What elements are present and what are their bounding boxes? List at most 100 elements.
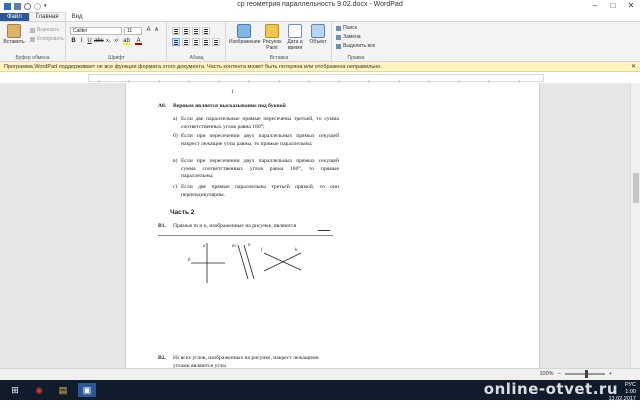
option-a-text: Если две параллельные прямые пересечены … — [181, 116, 339, 130]
option-c-letter: в) — [173, 158, 178, 164]
customize-dropdown-icon[interactable]: ▾ — [44, 3, 51, 10]
vertical-scrollbar[interactable] — [630, 83, 640, 368]
save-icon[interactable] — [14, 2, 21, 10]
paint-drawing-button[interactable]: Рисунок Paint — [261, 24, 283, 51]
a8-number: А8. — [158, 103, 167, 109]
zoom-out-icon[interactable]: − — [558, 371, 561, 377]
label-l: l — [261, 248, 263, 253]
picture-label: Изображение — [229, 39, 261, 45]
paragraph-group: Абзац — [168, 22, 226, 62]
superscript-button[interactable]: x² — [113, 38, 120, 45]
replace-button[interactable]: Замена — [336, 34, 361, 40]
label-a: a — [203, 244, 206, 249]
tab-view[interactable]: Вид — [66, 13, 89, 21]
stray-char: 1 — [231, 89, 234, 95]
close-button[interactable]: ✕ — [622, 0, 640, 12]
zoom-slider[interactable] — [564, 370, 605, 378]
close-infobar-icon[interactable]: ✕ — [631, 62, 636, 72]
decrease-indent-button[interactable] — [172, 27, 180, 35]
figure-line-n — [243, 244, 255, 280]
wordpad-taskbar-icon[interactable]: ▣ — [78, 383, 96, 397]
bold-button[interactable]: B — [70, 38, 77, 45]
select-all-button[interactable]: Выделить все — [336, 43, 375, 49]
find-icon — [336, 25, 341, 31]
browser-icon[interactable]: ◉ — [30, 383, 48, 397]
editing-group-label: Правка — [347, 55, 365, 61]
strikethrough-button[interactable]: abc — [94, 38, 104, 45]
font-family-select[interactable]: Calibri — [70, 27, 122, 35]
clipboard-group: Вставить Вырезать Копировать Буфер обмен… — [0, 22, 66, 62]
insert-picture-button[interactable]: Изображение — [229, 24, 261, 45]
start-icon[interactable]: ⊞ — [6, 383, 24, 397]
clipboard-group-label: Буфер обмена — [15, 55, 50, 61]
wordpad-icon — [4, 2, 11, 10]
window-title: ср геометрия параллельность 9.02.docx - … — [237, 1, 403, 8]
paragraph-group-label: Абзац — [189, 55, 204, 61]
option-d-letter: г) — [173, 184, 178, 190]
infobar-text: Программа WordPad поддерживает не все фу… — [4, 64, 382, 70]
editing-group: Поиск Замена Выделить все Правка — [333, 22, 379, 62]
list-button[interactable] — [192, 27, 200, 35]
paste-icon — [7, 24, 21, 38]
align-center-button[interactable] — [182, 38, 190, 46]
insert-object-button[interactable]: Объект — [307, 24, 329, 45]
grow-font-button[interactable]: A — [145, 27, 152, 34]
subscript-button[interactable]: x₂ — [105, 38, 112, 45]
undo-icon[interactable] — [24, 2, 31, 10]
replace-label: Замена — [343, 34, 361, 40]
ribbon-tabs: Файл Главная Вид — [0, 12, 640, 21]
cut-icon — [30, 27, 35, 33]
increase-indent-button[interactable] — [182, 27, 190, 35]
document-page[interactable]: 1 А8. Верным является высказывание под б… — [125, 83, 540, 368]
font-group: Calibri 11 A A B I U abc x₂ x² ab A Шриф… — [67, 22, 167, 62]
tab-home[interactable]: Главная — [28, 12, 66, 21]
select-all-label: Выделить все — [343, 43, 376, 49]
watermark: online-otvet.ru — [483, 380, 618, 398]
underline-button[interactable]: U — [86, 38, 93, 45]
copy-button[interactable]: Копировать — [30, 36, 64, 42]
paragraph-button[interactable] — [212, 38, 220, 46]
cut-label: Вырезать — [37, 27, 60, 33]
minimize-button[interactable]: – — [586, 0, 604, 12]
shrink-font-button[interactable]: A — [153, 27, 160, 34]
paint-icon — [265, 24, 279, 38]
paint-label: Рисунок Paint — [262, 39, 282, 51]
b1-question: Прямые m и n, изображенные на рисунке, я… — [173, 223, 297, 229]
label-k: k — [295, 248, 298, 253]
paste-button[interactable]: Вставить — [2, 24, 26, 45]
align-left-button[interactable] — [172, 38, 180, 46]
horizontal-ruler[interactable] — [88, 74, 544, 83]
redo-icon[interactable] — [34, 2, 41, 10]
picture-icon — [237, 24, 251, 38]
zoom-slider-thumb[interactable] — [584, 370, 588, 378]
find-label: Поиск — [343, 25, 357, 31]
zoom-level: 100% — [539, 371, 554, 377]
datetime-button[interactable]: Дата и время — [284, 24, 306, 51]
font-size-select[interactable]: 11 — [124, 27, 142, 35]
tab-file[interactable]: Файл — [0, 13, 29, 21]
paste-label: Вставить — [3, 39, 25, 45]
option-b-letter: б) — [173, 133, 178, 139]
cut-button[interactable]: Вырезать — [30, 27, 59, 33]
italic-button[interactable]: I — [78, 38, 85, 45]
option-c-text: Если при пересечении двух параллельных п… — [181, 158, 339, 180]
object-label: Объект — [309, 39, 327, 45]
find-button[interactable]: Поиск — [336, 25, 357, 31]
explorer-icon[interactable]: ▤ — [54, 383, 72, 397]
datetime-label: Дата и время — [287, 39, 303, 51]
option-b-text: Если при пересечении двух параллельных п… — [181, 133, 339, 147]
maximize-button[interactable]: □ — [604, 0, 622, 12]
document-canvas[interactable]: 1 А8. Верным является высказывание под б… — [0, 83, 630, 368]
highlight-color-button[interactable]: ab — [123, 38, 130, 45]
label-n: n — [248, 243, 251, 248]
scrollbar-thumb[interactable] — [633, 173, 639, 203]
insert-group-label: Вставка — [269, 55, 289, 61]
justify-button[interactable] — [202, 38, 210, 46]
copy-label: Копировать — [37, 36, 64, 42]
b1-answer-blank — [318, 230, 330, 231]
zoom-in-icon[interactable]: + — [609, 371, 612, 377]
align-right-button[interactable] — [192, 38, 200, 46]
font-color-button[interactable]: A — [135, 38, 142, 45]
ruler-ticks — [98, 80, 520, 83]
line-spacing-button[interactable] — [202, 27, 210, 35]
